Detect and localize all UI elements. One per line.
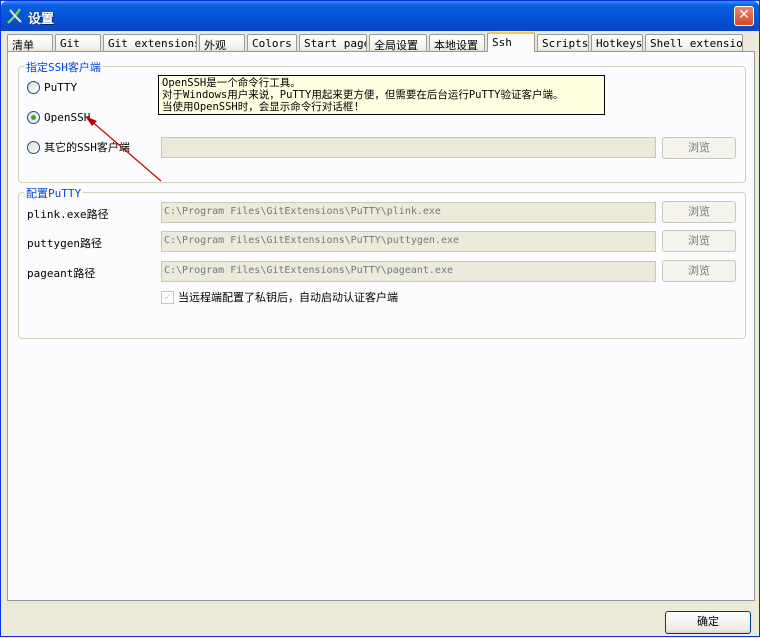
close-button[interactable]: ✕ (734, 6, 754, 26)
tab-hotkeys[interactable]: Hotkeys (591, 34, 643, 51)
tab-colors[interactable]: Colors (247, 34, 297, 51)
tooltip-line-3: 当使用OpenSSH时，会显示命令行对话框! (162, 101, 360, 113)
window-title: 设置 (28, 12, 55, 27)
radio-other-ssh-label: 其它的SSH客户端 (44, 141, 130, 154)
title-bar: 设置 ✕ (1, 1, 759, 31)
puttygen-path-input[interactable]: C:\Program Files\GitExtensions\PuTTY\put… (161, 231, 656, 252)
radio-putty[interactable]: PuTTY (27, 79, 77, 95)
settings-window: 设置 ✕ 清单 Git Git extensions 外观 Colors Sta… (0, 0, 760, 637)
openssh-tooltip: OpenSSH是一个命令行工具。 对于Windows用户来说，PuTTY用起来更… (158, 75, 605, 115)
tab-local-settings[interactable]: 本地设置 (429, 34, 485, 51)
plink-browse-button[interactable]: 浏览 (662, 201, 736, 223)
ok-button[interactable]: 确定 (665, 611, 751, 634)
tab-git[interactable]: Git (55, 34, 101, 51)
radio-other-ssh[interactable]: 其它的SSH客户端 (27, 139, 130, 155)
puttygen-path-label: puttygen路径 (27, 237, 102, 250)
other-ssh-browse-button[interactable]: 浏览 (662, 137, 736, 159)
tab-shell-extension[interactable]: Shell extension (645, 34, 743, 51)
radio-openssh-circle[interactable] (27, 110, 40, 124)
tab-start-page[interactable]: Start page (299, 34, 367, 51)
tooltip-line-2: 对于Windows用户来说，PuTTY用起来更方便，但需要在后台运行PuTTY验… (162, 89, 564, 101)
git-extensions-app-icon (7, 8, 22, 24)
radio-openssh[interactable]: OpenSSH (27, 109, 90, 125)
close-icon: ✕ (738, 7, 750, 23)
ssh-settings-panel: 指定SSH客户端 PuTTY OpenSSH 其它的SSH客户端 浏览 Open… (7, 51, 755, 601)
putty-config-group-title: 配置PuTTY (24, 185, 84, 201)
tab-appearance[interactable]: 外观 (199, 34, 245, 51)
tab-global-settings[interactable]: 全局设置 (369, 34, 427, 51)
tab-ssh[interactable]: Ssh (487, 32, 535, 52)
tab-scripts[interactable]: Scripts (537, 34, 589, 51)
tab-strip: 清单 Git Git extensions 外观 Colors Start pa… (7, 32, 755, 52)
tab-manifest[interactable]: 清单 (7, 34, 53, 51)
tooltip-line-1: OpenSSH是一个命令行工具。 (162, 77, 301, 89)
pageant-path-label: pageant路径 (27, 267, 96, 280)
puttygen-browse-button[interactable]: 浏览 (662, 230, 736, 252)
plink-path-label: plink.exe路径 (27, 208, 109, 221)
radio-openssh-label: OpenSSH (44, 110, 91, 124)
radio-putty-label: PuTTY (44, 80, 78, 94)
tab-git-extensions[interactable]: Git extensions (103, 34, 197, 51)
autostart-auth-label: 当远程端配置了私钥后，自动启动认证客户端 (178, 291, 398, 304)
radio-other-ssh-circle[interactable] (27, 140, 40, 154)
other-ssh-path-input[interactable] (161, 137, 656, 158)
checkmark-icon: ✓ (164, 291, 171, 303)
ssh-client-group-title: 指定SSH客户端 (24, 59, 103, 75)
autostart-auth-checkbox-row[interactable]: ✓ 当远程端配置了私钥后，自动启动认证客户端 (161, 289, 398, 305)
radio-putty-circle[interactable] (27, 80, 40, 94)
pageant-browse-button[interactable]: 浏览 (662, 260, 736, 282)
autostart-auth-checkbox[interactable]: ✓ (161, 290, 174, 304)
plink-path-input[interactable]: C:\Program Files\GitExtensions\PuTTY\pli… (161, 202, 656, 223)
pageant-path-input[interactable]: C:\Program Files\GitExtensions\PuTTY\pag… (161, 261, 656, 282)
